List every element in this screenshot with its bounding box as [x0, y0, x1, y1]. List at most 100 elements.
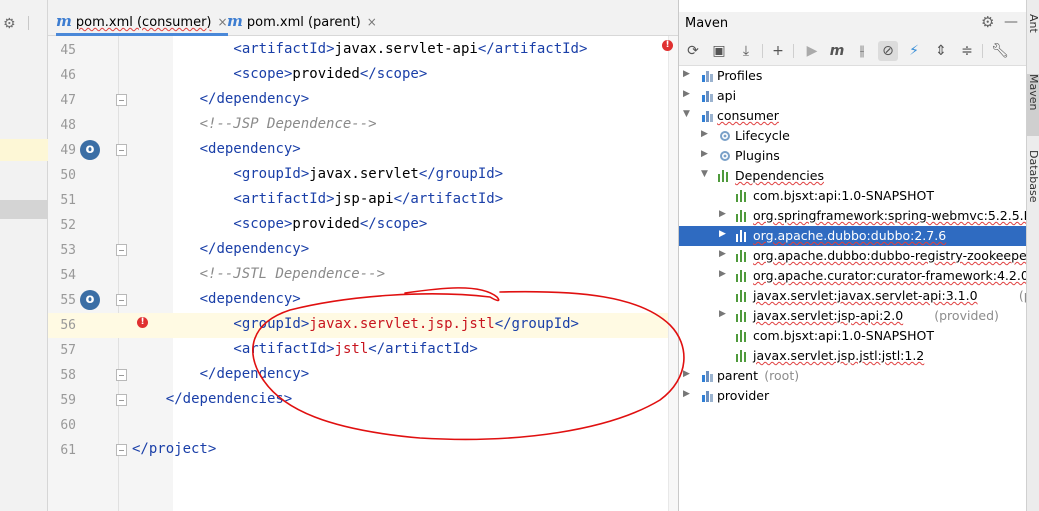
- dependency-item[interactable]: ▶ org.apache.dubbo:dubbo-registry-zookeep…: [679, 246, 1027, 266]
- dependency-item[interactable]: com.bjsxt:api:1.0-SNAPSHOT: [679, 186, 1027, 206]
- highlighted-row: [0, 139, 48, 161]
- xml-tag: </dependencies>: [165, 391, 293, 407]
- tree-item-lifecycle[interactable]: ▶ Lifecycle: [679, 126, 1027, 146]
- tree-item-label: Dependencies: [735, 168, 824, 183]
- minimize-icon[interactable]: —: [1004, 14, 1018, 30]
- reimport-folder-icon[interactable]: ▣: [709, 41, 729, 61]
- close-icon[interactable]: ×: [367, 15, 377, 29]
- code-line[interactable]: 47 </dependency>: [48, 88, 668, 113]
- navigate-dependency-icon[interactable]: o: [80, 290, 100, 310]
- code-line[interactable]: 61 </project>: [48, 438, 668, 463]
- download-icon[interactable]: ⤓: [736, 41, 756, 61]
- chevron-right-icon[interactable]: ▶: [719, 269, 726, 279]
- editor-scrollbar[interactable]: [668, 36, 678, 511]
- fold-marker-icon[interactable]: [116, 244, 127, 256]
- tool-tab-maven[interactable]: Maven: [1027, 74, 1039, 136]
- tree-item-api[interactable]: ▶ api: [679, 86, 1027, 106]
- code-line[interactable]: 48 <!--JSP Dependence-->: [48, 113, 668, 138]
- error-icon[interactable]: !: [137, 317, 148, 328]
- code-line[interactable]: 49 o <dependency>: [48, 138, 668, 163]
- fold-marker-icon[interactable]: [116, 94, 127, 106]
- project-panel-edge: ⚙: [0, 0, 48, 511]
- code-line[interactable]: 53 </dependency>: [48, 238, 668, 263]
- chevron-right-icon[interactable]: ▶: [683, 89, 690, 99]
- fold-marker-icon[interactable]: [116, 144, 127, 156]
- tree-item-plugins[interactable]: ▶ Plugins: [679, 146, 1027, 166]
- settings-wrench-icon[interactable]: 🔧︎: [990, 41, 1010, 61]
- line-number: 55: [60, 293, 76, 308]
- xml-tag: <dependency>: [199, 141, 301, 157]
- code-line[interactable]: 54 <!--JSTL Dependence-->: [48, 263, 668, 288]
- chevron-right-icon[interactable]: ▶: [719, 209, 726, 219]
- chevron-down-icon[interactable]: ▼: [683, 109, 690, 119]
- chevron-right-icon[interactable]: ▶: [719, 309, 726, 319]
- dependency-item[interactable]: javax.servlet.jsp.jstl:jstl:1.2: [679, 346, 1027, 366]
- lightning-icon[interactable]: ⚡: [904, 41, 924, 61]
- dependency-item[interactable]: ▶ org.apache.dubbo:dubbo:2.7.6: [679, 226, 1027, 246]
- tab-pom-parent[interactable]: m pom.xml (parent) ×: [227, 12, 377, 36]
- xml-tag: <artifactId>: [233, 41, 335, 57]
- tree-item-dependencies[interactable]: ▼ Dependencies: [679, 166, 1027, 186]
- add-icon[interactable]: +: [768, 41, 788, 61]
- expand-icon[interactable]: ≑: [957, 41, 977, 61]
- code-editor[interactable]: 45 <artifactId>javax.servlet-api</artifac…: [48, 36, 668, 511]
- tool-tab-database[interactable]: Database: [1027, 150, 1039, 203]
- tab-pom-consumer[interactable]: m pom.xml (consumer) ×: [56, 12, 228, 36]
- code-line[interactable]: 46 <scope>provided</scope>: [48, 63, 668, 88]
- reload-icon[interactable]: ⟳: [683, 41, 703, 61]
- divider: [793, 44, 794, 58]
- xml-value: jsp-api: [334, 191, 394, 207]
- skip-tests-icon[interactable]: ⊘: [878, 41, 898, 61]
- tree-item-consumer[interactable]: ▼ consumer: [679, 106, 1027, 126]
- code-line[interactable]: 57 <artifactId>jstl</artifactId>: [48, 338, 668, 363]
- code-line[interactable]: 45 <artifactId>javax.servlet-api</artifac…: [48, 38, 668, 63]
- chevron-right-icon[interactable]: ▶: [719, 229, 726, 239]
- fold-marker-icon[interactable]: [116, 394, 127, 406]
- execute-goal-icon[interactable]: m: [827, 41, 847, 61]
- plugins-gear-icon: [718, 149, 732, 163]
- tree-item-parent[interactable]: ▶ parent (root): [679, 366, 1027, 386]
- code-line[interactable]: 55 o <dependency>: [48, 288, 668, 313]
- gear-icon[interactable]: ⚙: [3, 16, 16, 32]
- navigate-dependency-icon[interactable]: o: [80, 140, 100, 160]
- code-text: <dependency>: [200, 291, 301, 307]
- code-line[interactable]: 60: [48, 413, 668, 438]
- fold-marker-icon[interactable]: [116, 294, 127, 306]
- chevron-right-icon[interactable]: ▶: [683, 369, 690, 379]
- xml-value: javax.servlet-api: [334, 41, 478, 57]
- dependency-item[interactable]: ▶ org.apache.curator:curator-framework:4.…: [679, 266, 1027, 286]
- chevron-down-icon[interactable]: ▼: [701, 169, 708, 179]
- fold-marker-icon[interactable]: [116, 369, 127, 381]
- library-icon: [736, 190, 749, 202]
- xml-value: jstl: [334, 341, 369, 357]
- tree-item-provider[interactable]: ▶ provider: [679, 386, 1027, 406]
- tree-item-profiles[interactable]: ▶ Profiles: [679, 66, 1027, 86]
- dependency-item[interactable]: javax.servlet:javax.servlet-api:3.1.0(pr…: [679, 286, 1027, 306]
- library-icon: [736, 290, 749, 302]
- code-line[interactable]: 51 <artifactId>jsp-api</artifactId>: [48, 188, 668, 213]
- code-line[interactable]: 59 </dependencies>: [48, 388, 668, 413]
- dependency-item[interactable]: ▶ javax.servlet:jsp-api:2.0 (provided): [679, 306, 1027, 326]
- code-line[interactable]: 56! <groupId>javax.servlet.jsp.jstl</grou…: [48, 313, 668, 338]
- gear-icon[interactable]: ⚙: [981, 13, 994, 31]
- code-line[interactable]: 58 </dependency>: [48, 363, 668, 388]
- chevron-right-icon[interactable]: ▶: [719, 249, 726, 259]
- dependency-item[interactable]: com.bjsxt:api:1.0-SNAPSHOT: [679, 326, 1027, 346]
- chevron-right-icon[interactable]: ▶: [701, 149, 708, 159]
- fold-marker-icon[interactable]: [116, 444, 127, 456]
- toggle-offline-icon[interactable]: ⫲: [852, 41, 872, 61]
- dependency-item[interactable]: ▶ org.springframework:spring-webmvc:5.2.5…: [679, 206, 1027, 226]
- code-line[interactable]: 50 <groupId>javax.servlet</groupId>: [48, 163, 668, 188]
- chevron-right-icon[interactable]: ▶: [701, 129, 708, 139]
- chevron-right-icon[interactable]: ▶: [683, 389, 690, 399]
- library-icon: [736, 230, 749, 242]
- xml-tag: </project>: [132, 441, 217, 457]
- error-marker-icon[interactable]: !: [662, 40, 673, 51]
- selected-row[interactable]: [0, 200, 48, 219]
- chevron-right-icon[interactable]: ▶: [683, 69, 690, 79]
- run-icon[interactable]: ▶: [802, 41, 822, 61]
- collapse-all-icon[interactable]: ⇕: [931, 41, 951, 61]
- tool-tab-ant[interactable]: Ant: [1027, 14, 1039, 33]
- tree-item-label: org.apache.dubbo:dubbo:2.7.6: [753, 228, 947, 243]
- code-line[interactable]: 52 <scope>provided</scope>: [48, 213, 668, 238]
